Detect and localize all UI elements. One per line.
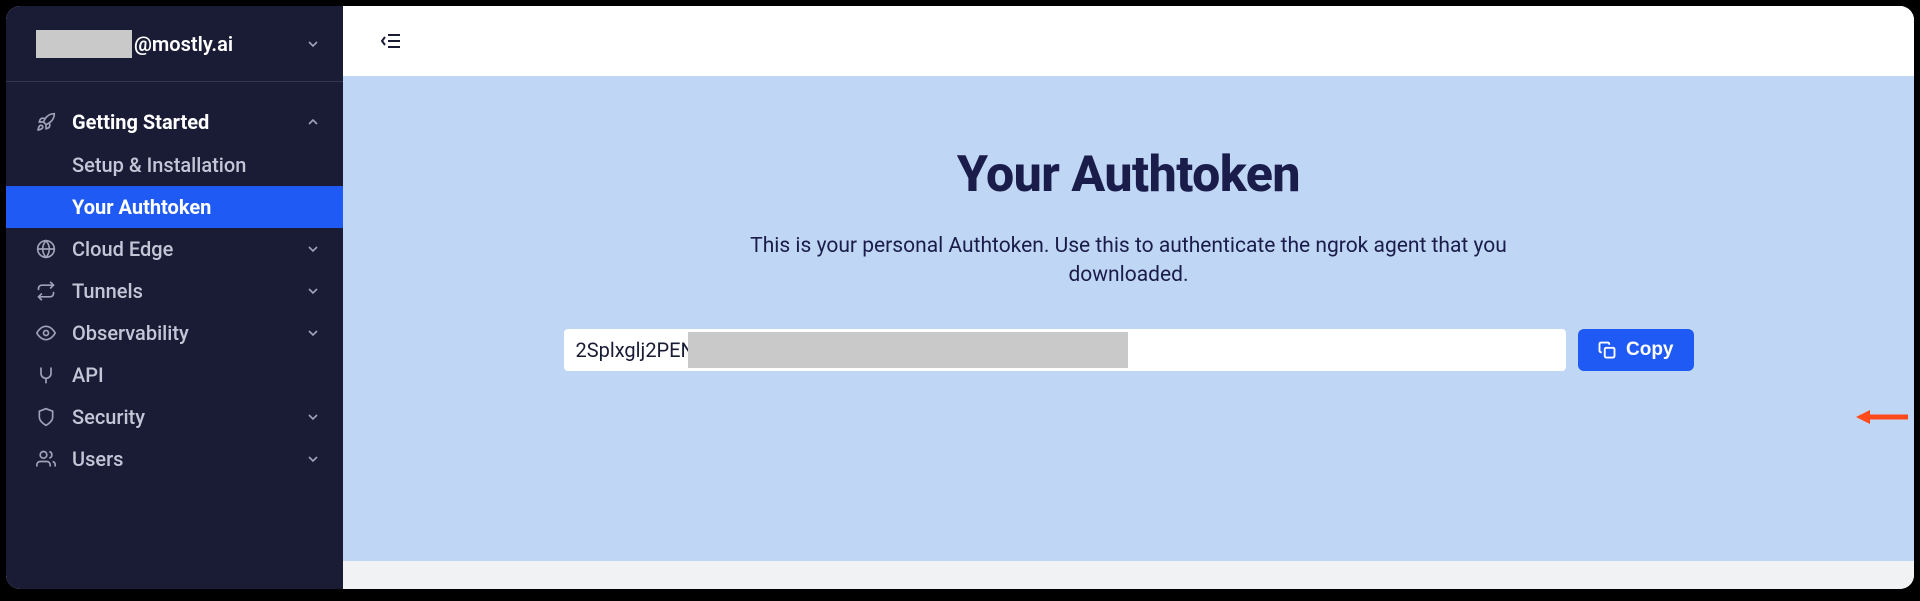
nav-item-label: Your Authtoken xyxy=(72,195,321,219)
footer-strip xyxy=(343,561,1914,589)
nav-item-users[interactable]: Users xyxy=(6,438,343,480)
chevron-down-icon xyxy=(305,36,321,52)
email-domain: @mostly.ai xyxy=(134,32,233,56)
main: Your Authtoken This is your personal Aut… xyxy=(343,6,1914,589)
copy-icon xyxy=(1598,341,1616,359)
transfer-icon xyxy=(36,281,56,301)
authtoken-field[interactable]: 2Splxglj2PEN xyxy=(564,329,1567,371)
nav-item-tunnels[interactable]: Tunnels xyxy=(6,270,343,312)
nav: Getting Started Setup & Installation You… xyxy=(6,82,343,480)
nav-section-label: Getting Started xyxy=(72,110,289,134)
nav-item-label: Setup & Installation xyxy=(72,153,321,177)
collapse-sidebar-icon[interactable] xyxy=(379,29,403,53)
annotation-arrow xyxy=(1856,408,1908,426)
token-row: 2Splxglj2PEN Copy xyxy=(564,329,1694,371)
topbar xyxy=(343,6,1914,76)
nav-item-label: Cloud Edge xyxy=(72,237,289,261)
chevron-down-icon xyxy=(305,451,321,467)
content: Your Authtoken This is your personal Aut… xyxy=(343,76,1914,561)
chevron-down-icon xyxy=(305,283,321,299)
sidebar: @mostly.ai Getting Started Setup & Insta… xyxy=(6,6,343,589)
account-switcher[interactable]: @mostly.ai xyxy=(6,6,343,82)
nav-item-cloud-edge[interactable]: Cloud Edge xyxy=(6,228,343,270)
nav-item-label: API xyxy=(72,363,321,387)
eye-icon xyxy=(36,323,56,343)
nav-item-security[interactable]: Security xyxy=(6,396,343,438)
chevron-down-icon xyxy=(305,409,321,425)
chevron-up-icon xyxy=(305,114,321,130)
users-icon xyxy=(36,449,56,469)
nav-item-label: Security xyxy=(72,405,289,429)
redacted-mask xyxy=(688,332,1128,368)
nav-item-observability[interactable]: Observability xyxy=(6,312,343,354)
nav-item-label: Tunnels xyxy=(72,279,289,303)
rocket-icon xyxy=(36,112,56,132)
copy-button[interactable]: Copy xyxy=(1578,329,1694,371)
authtoken-value: 2Splxglj2PEN xyxy=(576,338,695,362)
page-description: This is your personal Authtoken. Use thi… xyxy=(719,232,1539,291)
nav-item-api[interactable]: API xyxy=(6,354,343,396)
nav-item-label: Observability xyxy=(72,321,289,345)
nav-item-setup-installation[interactable]: Setup & Installation xyxy=(6,144,343,186)
nav-item-label: Users xyxy=(72,447,289,471)
chevron-down-icon xyxy=(305,325,321,341)
redacted-mask xyxy=(36,30,132,58)
chevron-down-icon xyxy=(305,241,321,257)
copy-button-label: Copy xyxy=(1626,339,1674,361)
globe-icon xyxy=(36,239,56,259)
user-email: @mostly.ai xyxy=(36,30,305,58)
page-title: Your Authtoken xyxy=(957,146,1300,204)
connector-icon xyxy=(36,365,56,385)
nav-item-your-authtoken[interactable]: Your Authtoken xyxy=(6,186,343,228)
shield-icon xyxy=(36,407,56,427)
nav-section-getting-started[interactable]: Getting Started xyxy=(6,100,343,144)
